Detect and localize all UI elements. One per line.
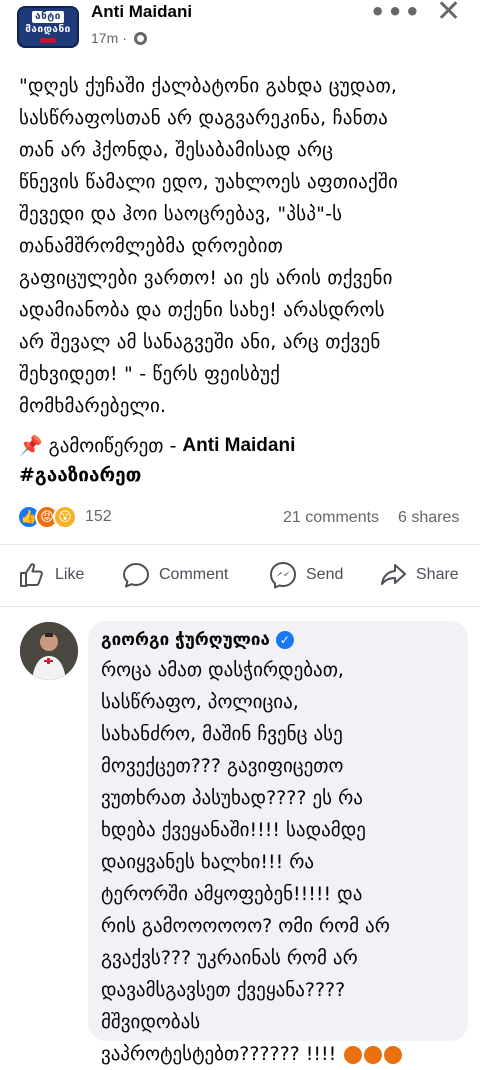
logo-text-line1: ანტი xyxy=(32,11,64,23)
post-time[interactable]: 17m xyxy=(91,30,118,46)
divider xyxy=(0,606,480,607)
page-avatar-logo[interactable]: ანტი მაიდანი xyxy=(17,6,79,48)
wow-reaction-icon: 😮 xyxy=(53,505,77,529)
subscribe-page-link[interactable]: Anti Maidani xyxy=(182,435,295,457)
comment-author-line: გიორგი ჭურღულია ✓ xyxy=(101,630,294,650)
comment-bubble-icon xyxy=(123,563,149,588)
comment-button[interactable]: Comment xyxy=(121,560,228,590)
send-label: Send xyxy=(306,566,344,583)
pushpin-icon: 📌 xyxy=(19,435,43,457)
logo-text-line2: მაიდანი xyxy=(25,24,71,35)
more-options-icon[interactable]: ••• xyxy=(370,0,422,26)
angry-emoji-icon xyxy=(344,1045,363,1064)
page-name[interactable]: Anti Maidani xyxy=(91,2,192,22)
logo-flag xyxy=(40,38,56,43)
angry-emoji-icon xyxy=(364,1045,383,1064)
thumbs-up-icon xyxy=(20,563,43,587)
messenger-icon xyxy=(270,562,296,589)
share-label: Share xyxy=(416,566,459,583)
comment-label: Comment xyxy=(159,566,229,583)
subscribe-label: გამოიწერეთ - xyxy=(48,434,177,457)
like-button[interactable]: Like xyxy=(17,560,84,590)
share-arrow-icon xyxy=(381,564,406,585)
reactions-summary[interactable]: 👍 😡 😮 152 xyxy=(17,505,112,529)
comment-text: როცა ამათ დასჭირდებათ, სასწრაფო, პოლიცია… xyxy=(101,654,456,1070)
reaction-count: 152 xyxy=(85,508,112,525)
shares-count[interactable]: 6 shares xyxy=(398,509,459,527)
person-photo-icon xyxy=(20,622,78,680)
close-icon[interactable]: ✕ xyxy=(436,0,461,29)
verified-badge-icon: ✓ xyxy=(275,631,294,649)
post-meta: 17m · xyxy=(91,30,147,46)
send-button[interactable]: Send xyxy=(268,560,343,590)
divider xyxy=(0,544,480,545)
share-button[interactable]: Share xyxy=(378,560,459,590)
angry-emoji-icon xyxy=(384,1045,403,1064)
post-text: "დღეს ქუჩაში ქალბატონი გახდა ცუდათ, სასწ… xyxy=(19,75,399,417)
comment-body: როცა ამათ დასჭირდებათ, სასწრაფო, პოლიცია… xyxy=(101,659,390,1065)
globe-icon xyxy=(133,31,147,45)
subscribe-line: 📌 გამოიწერეთ - Anti Maidani xyxy=(19,434,295,458)
comments-count[interactable]: 21 comments xyxy=(283,509,379,527)
hashtag-link[interactable]: #გააზიარეთ xyxy=(19,464,141,486)
commenter-avatar[interactable] xyxy=(20,622,78,680)
meta-separator: · xyxy=(122,30,127,46)
comment-author[interactable]: გიორგი ჭურღულია xyxy=(101,630,270,650)
like-label: Like xyxy=(55,566,85,583)
